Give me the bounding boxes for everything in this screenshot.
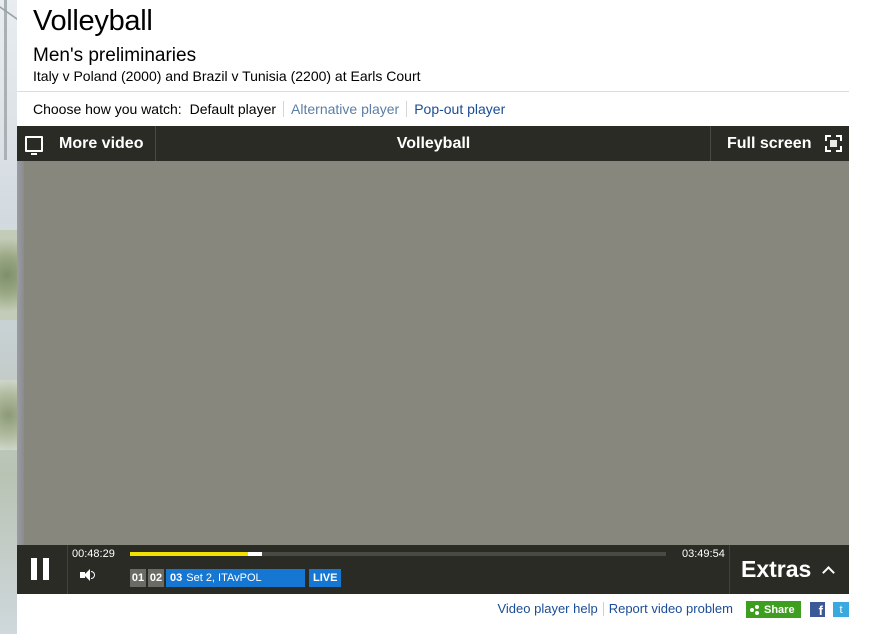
background-beam <box>0 6 17 20</box>
end-time: 03:49:54 <box>682 548 725 560</box>
share-button[interactable]: Share <box>746 601 801 618</box>
default-player-option[interactable]: Default player <box>190 101 283 117</box>
chapter-list: 01 02 03 Set 2, ITAvPOL LIVE <box>130 569 342 587</box>
chapter-03[interactable]: 03 Set 2, ITAvPOL <box>166 569 305 587</box>
current-time: 00:48:29 <box>72 548 115 560</box>
twitter-icon[interactable]: t <box>833 602 849 617</box>
extras-button[interactable]: Extras <box>729 545 849 594</box>
footer-links: Video player help Report video problem <box>492 601 738 616</box>
video-edge <box>17 161 24 545</box>
share-icon <box>750 604 760 615</box>
pause-icon <box>31 558 37 580</box>
event-subtitle: Men's preliminaries <box>33 45 197 66</box>
pause-button[interactable] <box>31 558 51 580</box>
background-foliage-lower <box>0 380 17 450</box>
more-video-button[interactable]: More video <box>17 126 156 161</box>
player-choice-label: Choose how you watch: <box>33 101 182 117</box>
fullscreen-icon <box>825 135 842 152</box>
player-title: Volleyball <box>396 134 471 152</box>
video-player-help-link[interactable]: Video player help <box>492 601 602 616</box>
progress-fill <box>130 552 248 556</box>
background-pole <box>4 0 7 160</box>
chapter-03-name: Set 2, ITAvPOL <box>186 572 262 584</box>
pop-out-player-link[interactable]: Pop-out player <box>406 101 512 117</box>
divider <box>17 91 849 92</box>
extras-label: Extras <box>741 556 812 582</box>
player-top-bar: More video Volleyball Full screen <box>17 126 849 161</box>
background-strip <box>0 0 17 634</box>
monitor-icon <box>25 135 43 155</box>
control-divider <box>67 545 68 594</box>
progress-track[interactable] <box>130 552 666 556</box>
progress-handle[interactable] <box>248 552 262 556</box>
share-label: Share <box>764 603 795 616</box>
report-video-problem-link[interactable]: Report video problem <box>604 601 738 616</box>
player-controls: 00:48:29 03:49:54 01 02 03 Set 2, ITAvPO… <box>17 545 849 594</box>
video-player: More video Volleyball Full screen 00:48:… <box>17 126 849 594</box>
player-choice-row: Choose how you watch: Default player Alt… <box>33 100 512 118</box>
full-screen-label: Full screen <box>727 134 812 152</box>
facebook-icon[interactable]: f <box>810 602 825 617</box>
background-foliage <box>0 230 17 320</box>
player-footer: Video player help Report video problem S… <box>17 601 849 619</box>
page-title: Volleyball <box>33 5 153 37</box>
event-description: Italy v Poland (2000) and Brazil v Tunis… <box>33 68 421 84</box>
full-screen-button[interactable]: Full screen <box>710 126 849 161</box>
chapter-02[interactable]: 02 <box>148 569 164 587</box>
chevron-up-icon <box>822 566 836 579</box>
video-viewport[interactable] <box>17 161 849 545</box>
alternative-player-link[interactable]: Alternative player <box>283 101 406 117</box>
more-video-label: More video <box>59 134 144 152</box>
volume-button[interactable] <box>80 569 98 583</box>
chapter-01[interactable]: 01 <box>130 569 146 587</box>
chapter-03-number: 03 <box>170 572 183 584</box>
live-badge[interactable]: LIVE <box>309 569 342 587</box>
